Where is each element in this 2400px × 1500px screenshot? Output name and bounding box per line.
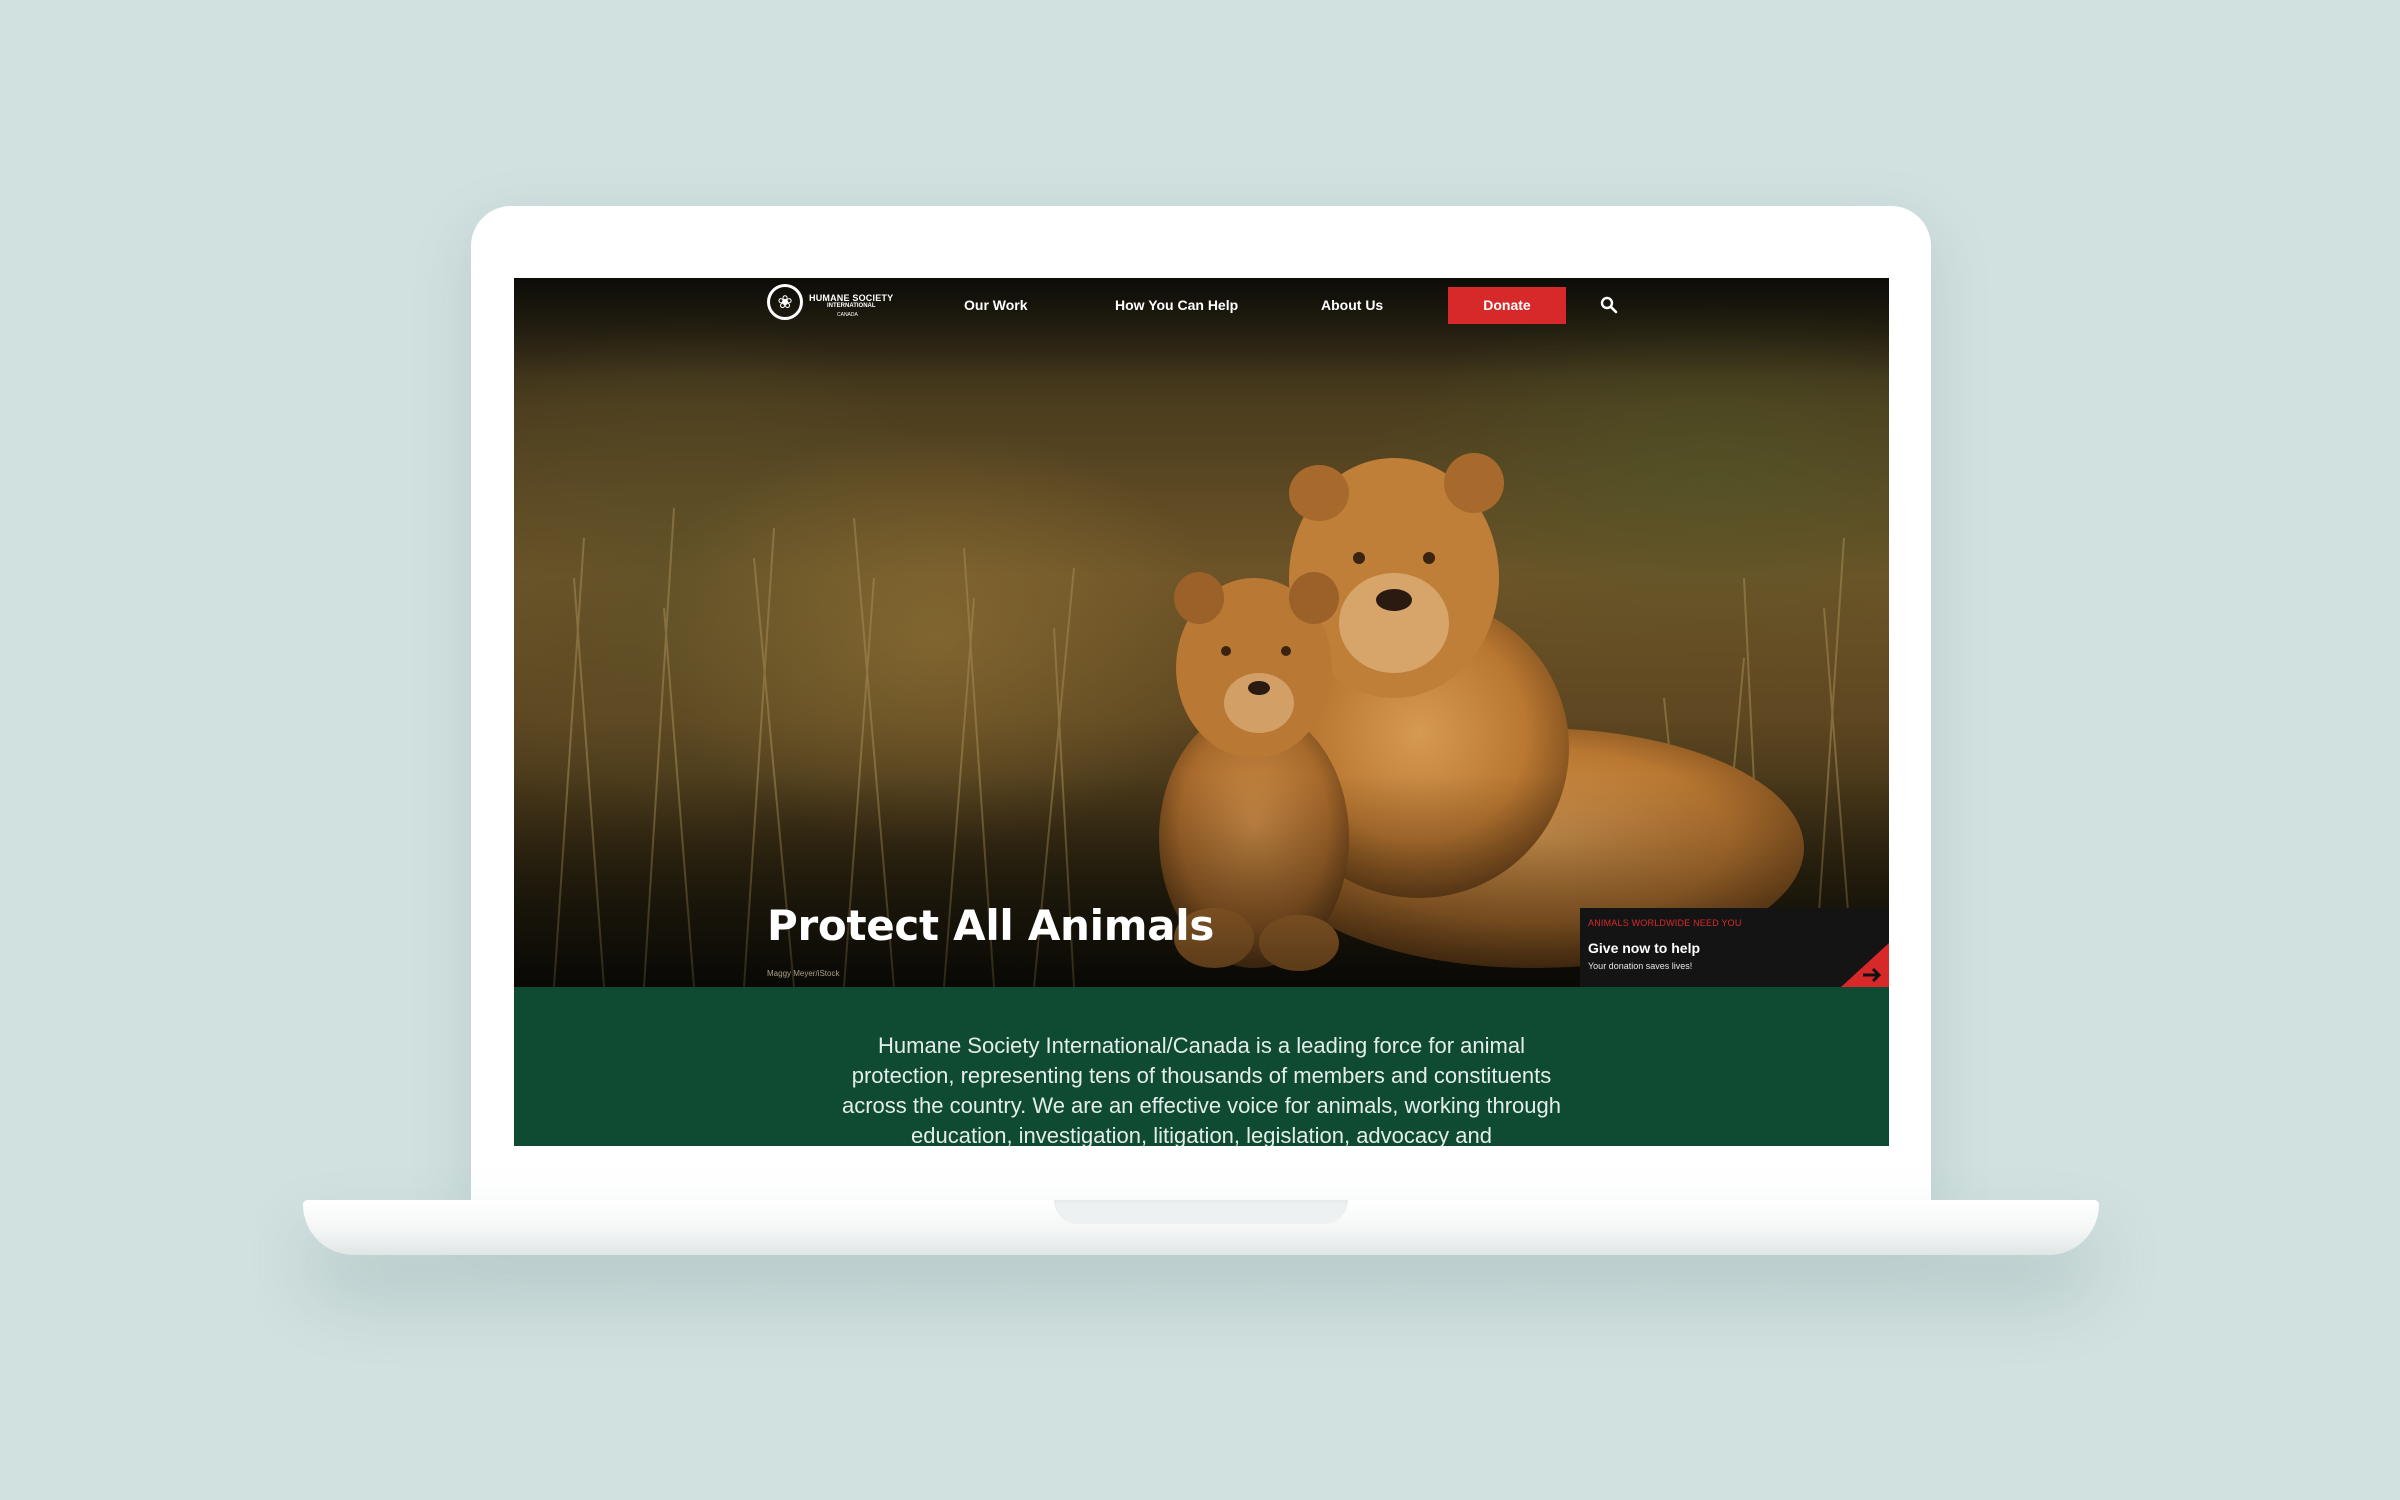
nav-about-us[interactable]: About Us: [1321, 297, 1383, 313]
logo-line-1: HUMANE SOCIETY: [809, 293, 894, 303]
logo-line-3: CANADA: [837, 312, 858, 318]
logo-line-2: INTERNATIONAL: [827, 303, 876, 309]
photo-credit: Maggy Meyer/iStock: [767, 969, 840, 978]
intro-band: Humane Society International/Canada is a…: [514, 987, 1889, 1146]
top-navigation: ❀ HUMANE SOCIETY INTERNATIONAL CANADA Ou…: [514, 278, 1889, 338]
nav-our-work[interactable]: Our Work: [964, 297, 1028, 313]
hero-shade: [514, 278, 1889, 987]
website-screen: ❀ HUMANE SOCIETY INTERNATIONAL CANADA Ou…: [514, 278, 1889, 1146]
hero-title: Protect All Animals: [767, 901, 1215, 950]
globe-animals-icon: ❀: [767, 284, 803, 320]
promo-title: Give now to help: [1588, 940, 1701, 956]
hsi-logo[interactable]: ❀ HUMANE SOCIETY INTERNATIONAL CANADA: [767, 284, 897, 326]
search-icon[interactable]: [1600, 296, 1618, 314]
arrow-right-icon[interactable]: [1841, 943, 1889, 987]
donate-button[interactable]: Donate: [1448, 287, 1566, 324]
donation-promo-card[interactable]: ANIMALS WORLDWIDE NEED YOU Give now to h…: [1580, 908, 1889, 987]
nav-how-you-can-help[interactable]: How You Can Help: [1115, 297, 1238, 313]
hero-section: ❀ HUMANE SOCIETY INTERNATIONAL CANADA Ou…: [514, 278, 1889, 987]
intro-paragraph: Humane Society International/Canada is a…: [841, 1033, 1562, 1146]
promo-kicker: ANIMALS WORLDWIDE NEED YOU: [1588, 918, 1742, 928]
laptop-notch: [1054, 1200, 1348, 1224]
promo-subtitle: Your donation saves lives!: [1588, 961, 1693, 971]
